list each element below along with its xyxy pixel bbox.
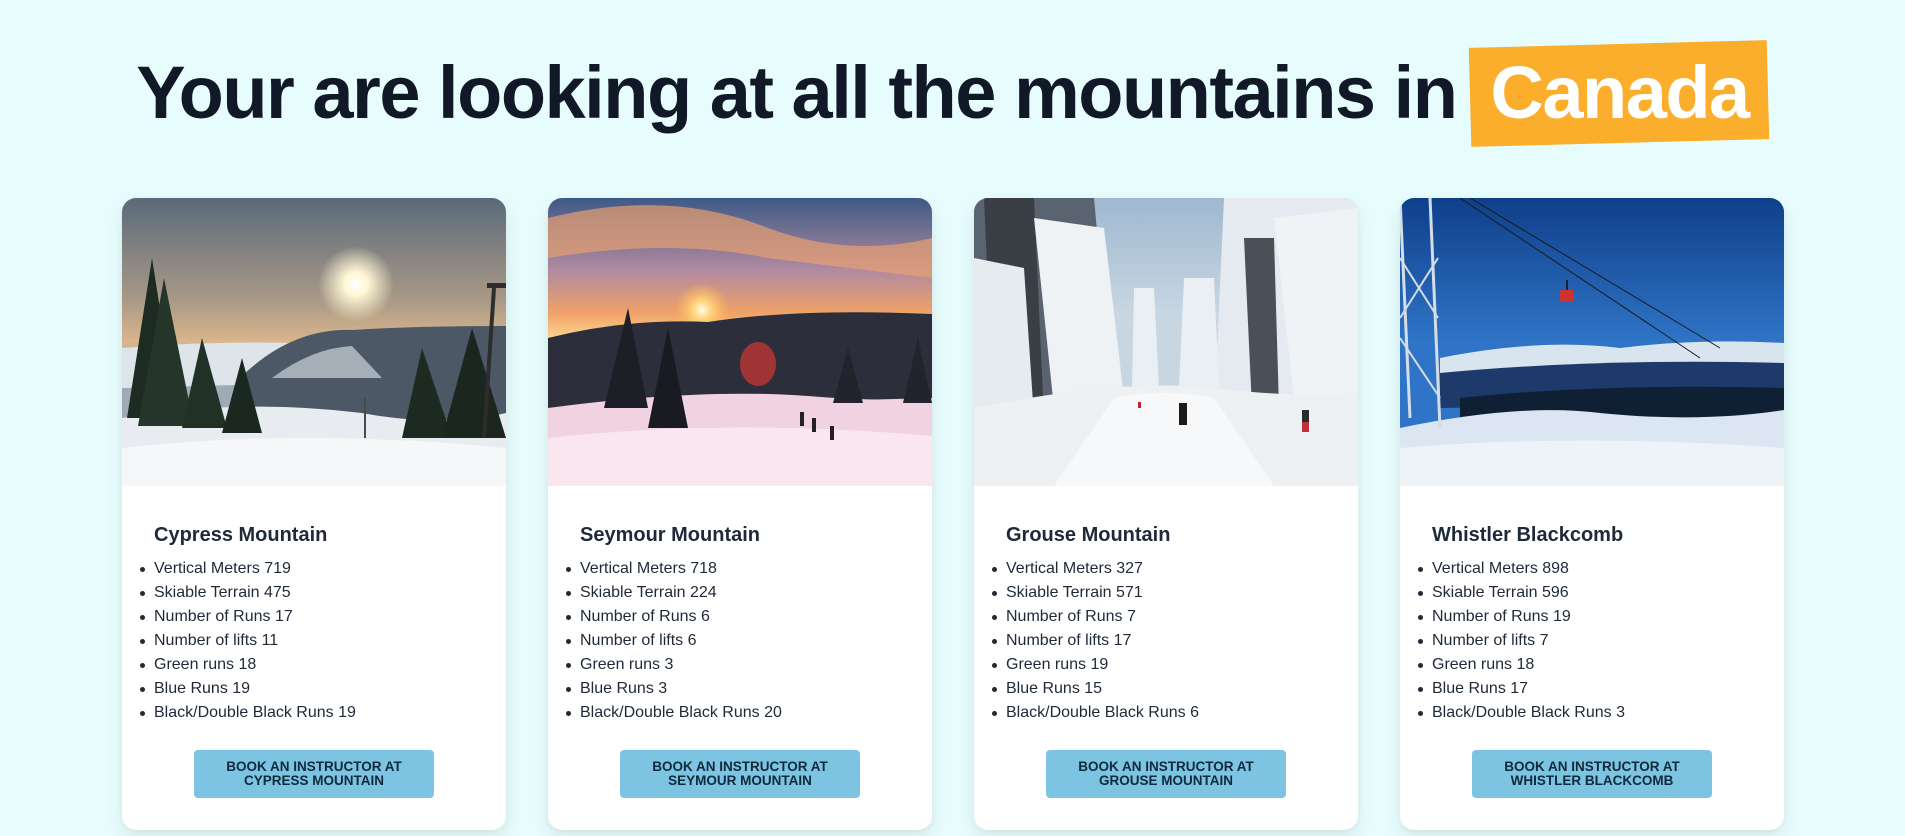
card-body: Cypress Mountain Vertical Meters 719 Ski… [122,486,506,725]
stat-vertical-meters: Vertical Meters 718 [566,557,932,581]
country-highlight: Canada [1469,40,1770,147]
stat-number-of-runs: Number of Runs 6 [566,605,932,629]
stat-vertical-meters: Vertical Meters 898 [1418,557,1784,581]
stat-blue-runs: Blue Runs 17 [1418,677,1784,701]
page-title: Your are looking at all the mountains in… [0,40,1905,147]
book-instructor-button[interactable]: BOOK AN INSTRUCTOR AT CYPRESS MOUNTAIN [194,750,434,798]
mountain-name: Seymour Mountain [580,524,761,546]
card-body: Whistler Blackcomb Vertical Meters 898 S… [1400,486,1784,725]
button-label-line1: BOOK AN INSTRUCTOR AT [1078,759,1254,774]
button-label-line1: BOOK AN INSTRUCTOR AT [1504,759,1680,774]
stat-blue-runs: Blue Runs 3 [566,677,932,701]
card-body: Grouse Mountain Vertical Meters 327 Skia… [974,486,1358,725]
book-instructor-button[interactable]: BOOK AN INSTRUCTOR AT WHISTLER BLACKCOMB [1472,750,1712,798]
button-label-line1: BOOK AN INSTRUCTOR AT [226,759,402,774]
stat-black-runs: Black/Double Black Runs 3 [1418,701,1784,725]
stat-number-of-runs: Number of Runs 17 [140,605,506,629]
stat-skiable-terrain: Skiable Terrain 571 [992,581,1358,605]
button-label-line2: GROUSE MOUNTAIN [1099,773,1233,788]
mountain-stats: Vertical Meters 898 Skiable Terrain 596 … [1418,557,1784,725]
button-label-line2: CYPRESS MOUNTAIN [243,773,384,788]
mountain-name: Cypress Mountain [154,524,328,546]
whistler-blackcomb-photo [1400,198,1784,486]
mountain-card-seymour: Seymour Mountain Vertical Meters 718 Ski… [548,198,932,830]
book-instructor-button[interactable]: BOOK AN INSTRUCTOR AT SEYMOUR MOUNTAIN [620,750,860,798]
mountain-stats: Vertical Meters 719 Skiable Terrain 475 … [140,557,506,725]
cypress-mountain-photo [122,198,506,486]
stat-blue-runs: Blue Runs 15 [992,677,1358,701]
stat-skiable-terrain: Skiable Terrain 224 [566,581,932,605]
page-title-prefix: Your are looking at all the mountains in [136,51,1458,134]
stat-vertical-meters: Vertical Meters 719 [140,557,506,581]
mountain-name: Whistler Blackcomb [1432,524,1624,546]
mountain-card-list: Cypress Mountain Vertical Meters 719 Ski… [122,198,1784,830]
mountain-card-grouse: Grouse Mountain Vertical Meters 327 Skia… [974,198,1358,830]
mountain-name: Grouse Mountain [1006,524,1171,546]
stat-number-of-lifts: Number of lifts 6 [566,629,932,653]
stat-black-runs: Black/Double Black Runs 20 [566,701,932,725]
button-label-line2: WHISTLER BLACKCOMB [1510,773,1674,788]
mountain-stats: Vertical Meters 718 Skiable Terrain 224 … [566,557,932,725]
stat-number-of-lifts: Number of lifts 17 [992,629,1358,653]
stat-black-runs: Black/Double Black Runs 6 [992,701,1358,725]
stat-vertical-meters: Vertical Meters 327 [992,557,1358,581]
stat-green-runs: Green runs 18 [1418,653,1784,677]
stat-skiable-terrain: Skiable Terrain 475 [140,581,506,605]
mountain-stats: Vertical Meters 327 Skiable Terrain 571 … [992,557,1358,725]
seymour-mountain-photo [548,198,932,486]
button-label-line2: SEYMOUR MOUNTAIN [668,773,812,788]
mountain-card-whistler: Whistler Blackcomb Vertical Meters 898 S… [1400,198,1784,830]
stat-green-runs: Green runs 3 [566,653,932,677]
stat-number-of-lifts: Number of lifts 7 [1418,629,1784,653]
card-body: Seymour Mountain Vertical Meters 718 Ski… [548,486,932,725]
stat-skiable-terrain: Skiable Terrain 596 [1418,581,1784,605]
stat-number-of-runs: Number of Runs 19 [1418,605,1784,629]
mountain-card-cypress: Cypress Mountain Vertical Meters 719 Ski… [122,198,506,830]
stat-blue-runs: Blue Runs 19 [140,677,506,701]
stat-number-of-lifts: Number of lifts 11 [140,629,506,653]
country-name: Canada [1490,51,1750,134]
stat-green-runs: Green runs 18 [140,653,506,677]
stat-number-of-runs: Number of Runs 7 [992,605,1358,629]
button-label-line1: BOOK AN INSTRUCTOR AT [652,759,828,774]
grouse-mountain-photo [974,198,1358,486]
book-instructor-button[interactable]: BOOK AN INSTRUCTOR AT GROUSE MOUNTAIN [1046,750,1286,798]
stat-green-runs: Green runs 19 [992,653,1358,677]
stat-black-runs: Black/Double Black Runs 19 [140,701,506,725]
